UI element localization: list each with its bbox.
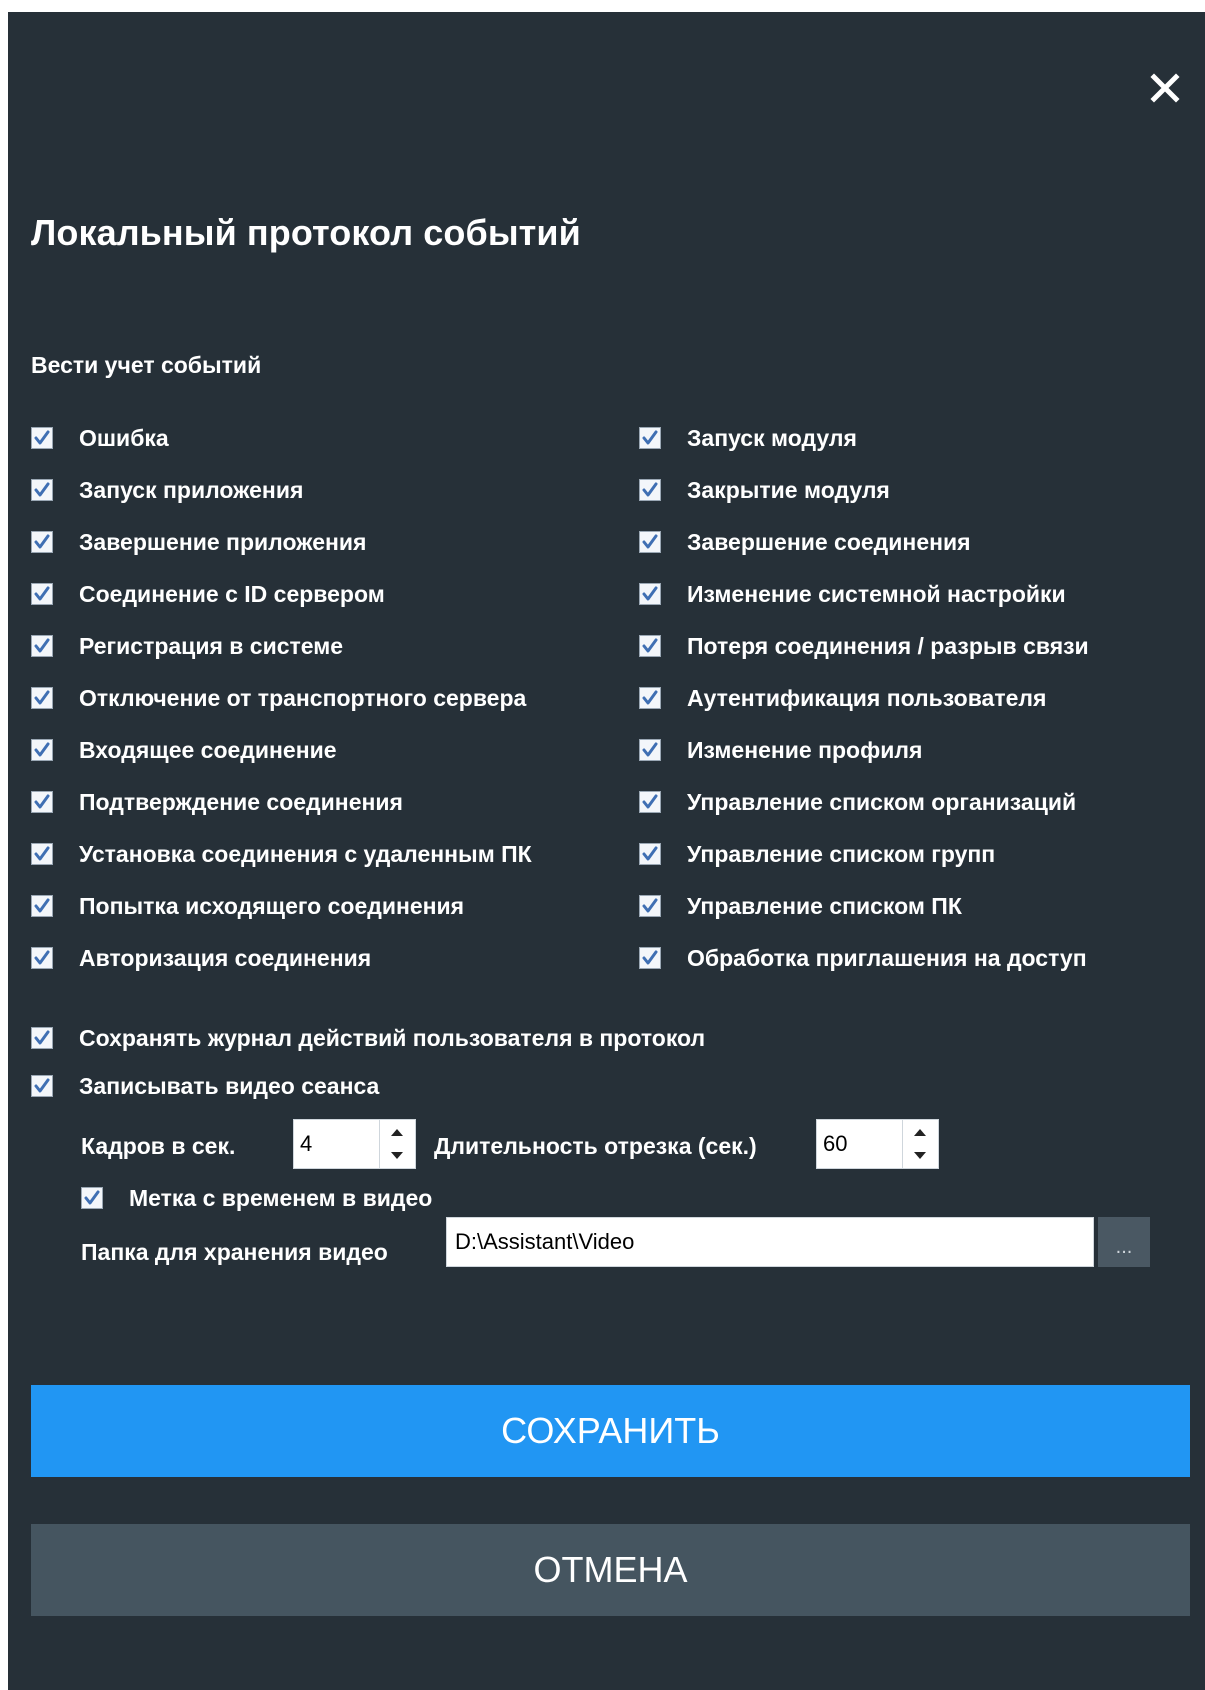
checkbox[interactable] [31, 895, 53, 917]
event-label: Аутентификация пользователя [687, 684, 1047, 711]
cancel-button[interactable]: ОТМЕНА [31, 1524, 1190, 1616]
record-video-option[interactable]: Записывать видео сеанса [31, 1060, 379, 1112]
event-option[interactable]: Управление списком групп [639, 828, 1089, 880]
segment-label: Длительность отрезка (сек.) [434, 1133, 757, 1159]
event-option[interactable]: Управление списком ПК [639, 880, 1089, 932]
event-label: Попытка исходящего соединения [79, 892, 465, 919]
event-label: Изменение профиля [687, 736, 923, 763]
fps-decrement-icon[interactable] [380, 1144, 414, 1168]
browse-button[interactable]: ... [1098, 1217, 1150, 1267]
event-option[interactable]: Аутентификация пользователя [639, 672, 1089, 724]
event-label: Управление списком ПК [687, 892, 962, 919]
event-label: Ошибка [79, 424, 169, 451]
checkbox[interactable] [639, 791, 661, 813]
record-video-label: Записывать видео сеанса [79, 1072, 380, 1099]
close-icon[interactable] [1145, 68, 1185, 108]
checkbox[interactable] [31, 583, 53, 605]
event-option[interactable]: Регистрация в системе [31, 620, 532, 672]
checkbox[interactable] [31, 739, 53, 761]
checkbox[interactable] [31, 635, 53, 657]
checkbox[interactable] [639, 739, 661, 761]
event-option[interactable]: Управление списком организаций [639, 776, 1089, 828]
event-option[interactable]: Попытка исходящего соединения [31, 880, 532, 932]
event-option[interactable]: Авторизация соединения [31, 932, 532, 984]
checkbox[interactable] [31, 843, 53, 865]
checkbox[interactable] [31, 479, 53, 501]
event-option[interactable]: Потеря соединения / разрыв связи [639, 620, 1089, 672]
event-label: Установка соединения с удаленным ПК [79, 840, 532, 867]
checkbox[interactable] [639, 895, 661, 917]
timestamp-option[interactable]: Метка с временем в видео [81, 1172, 432, 1224]
event-option[interactable]: Закрытие модуля [639, 464, 1089, 516]
event-option[interactable]: Установка соединения с удаленным ПК [31, 828, 532, 880]
checkbox[interactable] [81, 1187, 103, 1209]
checkbox[interactable] [31, 1027, 53, 1049]
checkbox[interactable] [31, 427, 53, 449]
save-user-log-option[interactable]: Сохранять журнал действий пользователя в… [31, 1012, 705, 1064]
section-label: Вести учет событий [31, 352, 262, 378]
folder-label: Папка для хранения видео [81, 1239, 388, 1265]
event-label: Запуск приложения [79, 476, 304, 503]
checkbox[interactable] [639, 947, 661, 969]
event-label: Завершение соединения [687, 528, 971, 555]
checkbox[interactable] [639, 583, 661, 605]
event-label: Управление списком групп [687, 840, 996, 867]
checkbox[interactable] [639, 687, 661, 709]
checkbox[interactable] [639, 531, 661, 553]
event-log-dialog: Локальный протокол событий Вести учет со… [8, 12, 1205, 1690]
checkbox[interactable] [639, 843, 661, 865]
event-label: Соединение с ID сервером [79, 580, 385, 607]
event-option[interactable]: Соединение с ID сервером [31, 568, 532, 620]
event-option[interactable]: Запуск модуля [639, 412, 1089, 464]
event-label: Авторизация соединения [79, 944, 372, 971]
checkbox[interactable] [31, 791, 53, 813]
event-label: Запуск модуля [687, 424, 857, 451]
checkbox[interactable] [639, 635, 661, 657]
dialog-title: Локальный протокол событий [31, 212, 581, 253]
event-label: Обработка приглашения на доступ [687, 944, 1087, 971]
event-option[interactable]: Изменение профиля [639, 724, 1089, 776]
event-option[interactable]: Запуск приложения [31, 464, 532, 516]
event-option[interactable]: Отключение от транспортного сервера [31, 672, 532, 724]
event-option[interactable]: Завершение приложения [31, 516, 532, 568]
timestamp-label: Метка с временем в видео [129, 1184, 433, 1211]
event-option[interactable]: Подтверждение соединения [31, 776, 532, 828]
segment-stepper[interactable] [816, 1119, 939, 1169]
event-label: Регистрация в системе [79, 632, 344, 659]
video-folder-input[interactable] [446, 1217, 1094, 1267]
segment-decrement-icon[interactable] [903, 1144, 937, 1168]
event-option[interactable]: Завершение соединения [639, 516, 1089, 568]
event-label: Входящее соединение [79, 736, 337, 763]
checkbox[interactable] [639, 479, 661, 501]
event-option[interactable]: Входящее соединение [31, 724, 532, 776]
checkbox[interactable] [31, 1075, 53, 1097]
checkbox[interactable] [639, 427, 661, 449]
event-label: Закрытие модуля [687, 476, 890, 503]
event-option[interactable]: Обработка приглашения на доступ [639, 932, 1089, 984]
save-user-log-label: Сохранять журнал действий пользователя в… [79, 1024, 706, 1051]
checkbox[interactable] [31, 687, 53, 709]
event-option[interactable]: Изменение системной настройки [639, 568, 1089, 620]
fps-input[interactable] [294, 1120, 374, 1168]
event-option[interactable]: Ошибка [31, 412, 532, 464]
events-left-column: Ошибка Запуск приложения Завершение прилож… [31, 412, 532, 984]
event-label: Подтверждение соединения [79, 788, 403, 815]
segment-input[interactable] [817, 1120, 897, 1168]
event-label: Потеря соединения / разрыв связи [687, 632, 1089, 659]
event-label: Управление списком организаций [687, 788, 1077, 815]
fps-label: Кадров в сек. [81, 1133, 236, 1159]
fps-increment-icon[interactable] [380, 1120, 414, 1144]
save-button[interactable]: СОХРАНИТЬ [31, 1385, 1190, 1477]
checkbox[interactable] [31, 947, 53, 969]
event-label: Отключение от транспортного сервера [79, 684, 527, 711]
events-right-column: Запуск модуля Закрытие модуля Завершение с… [639, 412, 1089, 984]
event-label: Завершение приложения [79, 528, 367, 555]
segment-increment-icon[interactable] [903, 1120, 937, 1144]
event-label: Изменение системной настройки [687, 580, 1066, 607]
checkbox[interactable] [31, 531, 53, 553]
fps-stepper[interactable] [293, 1119, 416, 1169]
